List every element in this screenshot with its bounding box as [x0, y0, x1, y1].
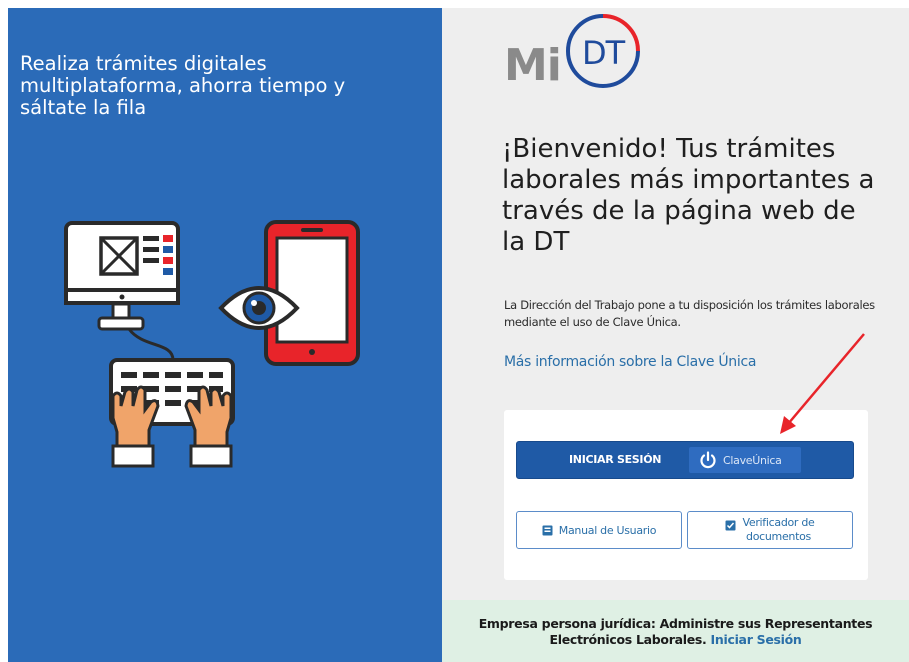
- login-claveunica-button[interactable]: INICIAR SESIÓN ClaveÚnica: [516, 441, 854, 479]
- footer-login-link[interactable]: Iniciar Sesión: [711, 632, 802, 647]
- logo-dt-text: DT: [582, 34, 625, 72]
- document-verifier-label-line2: documentos: [746, 530, 811, 543]
- digital-services-illustration: [64, 220, 360, 468]
- footer-text-line2-wrap: Electrónicos Laborales. Iniciar Sesión: [442, 632, 909, 648]
- document-verifier-label: Verificador de documentos: [742, 516, 814, 544]
- user-manual-label: Manual de Usuario: [558, 523, 657, 537]
- logo-mi-text: Mi: [504, 40, 562, 91]
- claveunica-badge: ClaveÚnica: [689, 447, 801, 473]
- login-button-label: INICIAR SESIÓN: [569, 453, 662, 466]
- login-card: INICIAR SESIÓN ClaveÚnica Manual de Usua…: [504, 410, 868, 580]
- welcome-title: ¡Bienvenido! Tus trámites laborales más …: [502, 134, 875, 257]
- document-verifier-label-line1: Verificador de: [742, 516, 815, 529]
- computer-icon: [64, 221, 180, 361]
- company-footer-banner: Empresa persona jurídica: Administre sus…: [442, 600, 909, 662]
- more-info-link[interactable]: Más información sobre la Clave Única: [504, 354, 756, 370]
- book-icon: [542, 525, 553, 535]
- left-promo-panel: Realiza trámites digitales multiplatafor…: [8, 8, 442, 662]
- claveunica-label: ClaveÚnica: [723, 453, 782, 467]
- mi-dt-logo: Mi DT: [504, 10, 654, 91]
- promo-headline: Realiza trámites digitales multiplatafor…: [20, 52, 346, 119]
- welcome-description: La Dirección del Trabajo pone a tu dispo…: [504, 298, 875, 329]
- document-verifier-button[interactable]: Verificador de documentos: [687, 511, 853, 549]
- footer-text-line2: Electrónicos Laborales.: [549, 632, 707, 647]
- footer-text-line1: Empresa persona jurídica: Administre sus…: [478, 616, 873, 631]
- user-manual-button[interactable]: Manual de Usuario: [516, 511, 682, 549]
- document-check-icon: [725, 520, 736, 531]
- right-login-panel: Mi DT ¡Bienvenido! Tus trámites laborale…: [442, 8, 909, 662]
- power-icon: [700, 451, 716, 469]
